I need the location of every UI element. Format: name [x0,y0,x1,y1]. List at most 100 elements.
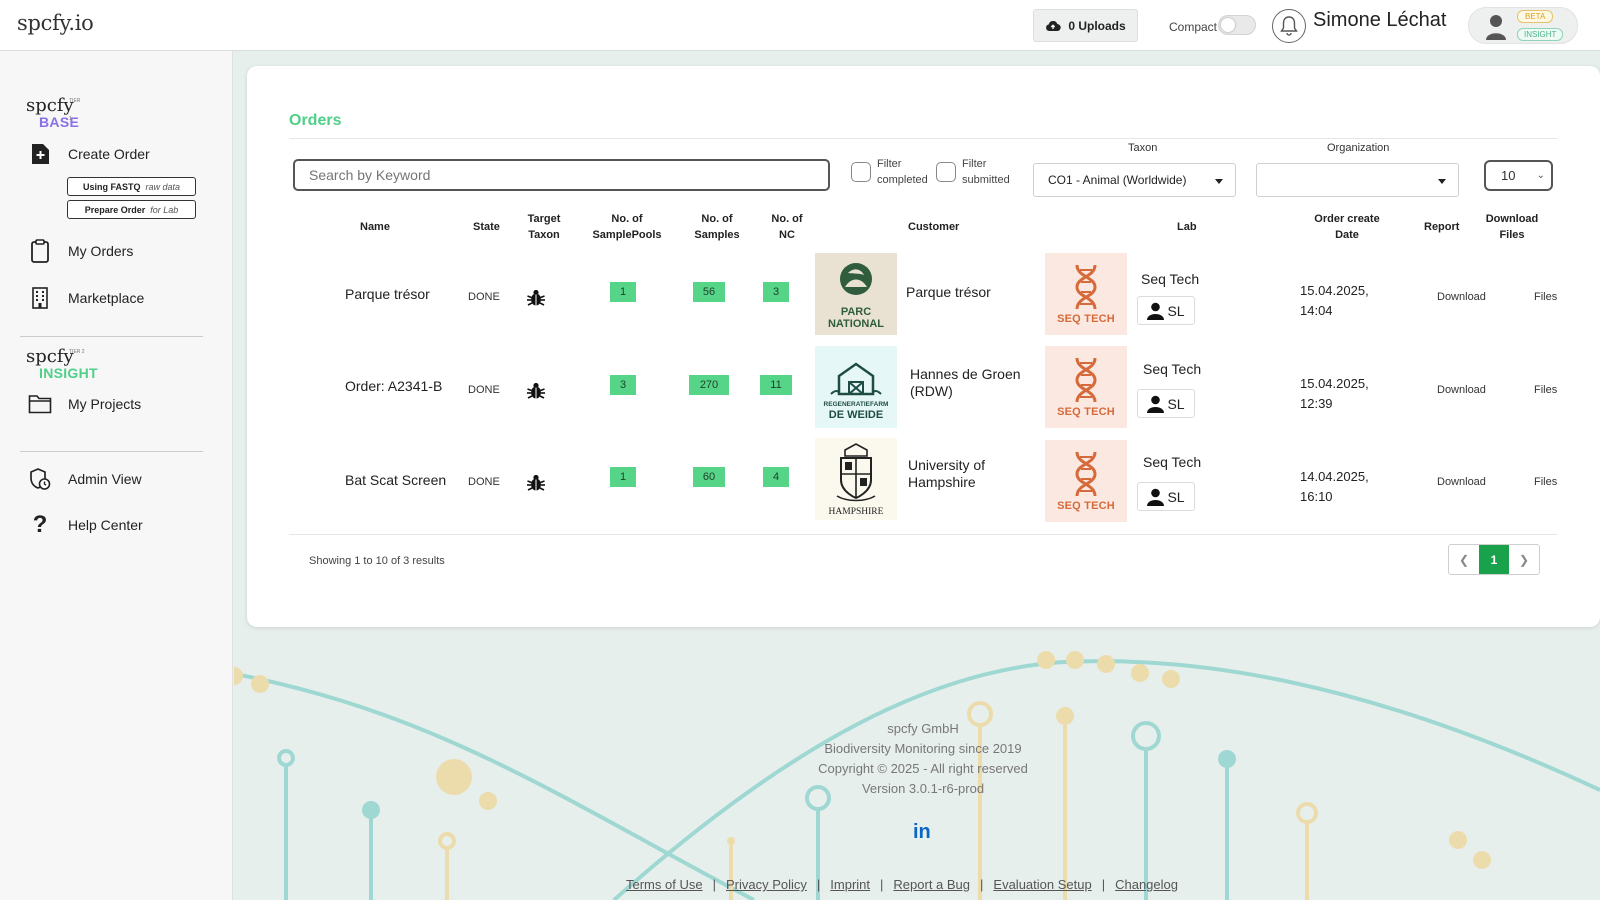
brand-logo[interactable]: spcfy.io [17,11,94,35]
footer-links: Terms of Use | Privacy Policy | Imprint | R… [626,877,1178,892]
sidebar-item-admin-view[interactable]: Admin View [28,465,142,493]
table-row[interactable]: Parque trésor DONE 1 56 3 PARC NATIONAL P… [289,253,1557,348]
sidebar-item-my-projects[interactable]: My Projects [28,390,141,418]
files-link[interactable]: Files [1534,384,1557,396]
table-row[interactable]: Order: A2341-B DONE 3 270 11 REGENERATIE… [289,346,1557,441]
samples-count: 60 [693,467,725,487]
nc-count: 3 [763,282,789,302]
dna-icon [1075,264,1097,310]
filter-submitted[interactable]: Filter submitted [936,156,1010,188]
column-header-report: Report [1424,221,1460,233]
uploads-button[interactable]: 0 Uploads [1033,9,1138,42]
lab-name: Seq Tech [1143,361,1202,377]
page-button-1[interactable]: 1 [1479,545,1509,574]
linkedin-icon[interactable]: in [913,821,931,844]
taxon-select[interactable]: CO1 - Animal (Worldwide) [1033,163,1236,197]
sidebar-item-help-center[interactable]: ? Help Center [28,511,143,539]
caret-down-icon [1215,179,1223,184]
order-name[interactable]: Parque trésor [345,286,430,302]
sidebar-item-my-orders[interactable]: My Orders [28,237,133,265]
toggle-knob [1221,18,1235,32]
title-divider [289,138,1557,139]
column-header-target-taxon: Target Taxon [527,213,561,241]
company-name: spcfy GmbH [887,721,959,736]
column-header-samples: No. of Samples [694,213,740,241]
lab-logo: SEQ TECH [1045,440,1127,522]
using-fastq-button[interactable]: Using FASTQ raw data [67,177,196,196]
column-header-create-date: Order create Date [1314,213,1380,241]
compact-toggle[interactable] [1218,15,1256,35]
insight-tier-logo: spcfy TIER 2 INSIGHT [26,346,98,381]
marketplace-label: Marketplace [68,290,145,306]
organization-select[interactable] [1256,163,1459,197]
order-create-date: 14.04.2025, 16:10 [1300,469,1369,504]
cloud-upload-icon [1046,20,1061,31]
privacy-policy-link[interactable]: Privacy Policy [726,877,807,892]
dna-icon [1075,451,1097,497]
compact-label: Compact [1169,20,1218,34]
tagline: Biodiversity Monitoring since 2019 [824,741,1022,756]
report-download-link[interactable]: Download [1437,291,1486,303]
clipboard-icon [28,239,52,263]
order-state: DONE [468,476,500,488]
prepare-order-button[interactable]: Prepare Order for Lab [67,200,196,219]
order-create-date: 15.04.2025, 12:39 [1300,376,1369,411]
admin-shield-icon [28,467,52,491]
sidebar-divider [20,336,203,337]
pagination: ❮ 1 ❯ [1448,544,1540,575]
terms-of-use-link[interactable]: Terms of Use [626,877,703,892]
filter-completed-checkbox[interactable] [851,162,871,182]
filter-submitted-checkbox[interactable] [936,162,956,182]
order-name[interactable]: Order: A2341-B [345,378,442,394]
report-download-link[interactable]: Download [1437,384,1486,396]
column-header-lab: Lab [1177,221,1197,233]
column-header-samplepools: No. of SamplePools [592,213,662,241]
lab-user-chip[interactable]: SL [1137,296,1195,325]
next-page-chevron-icon[interactable]: ❯ [1509,545,1539,574]
beta-badge: BETA [1517,10,1554,23]
sidebar-item-create-order[interactable]: Create Order [28,140,150,168]
svg-text:PARC: PARC [841,306,871,318]
user-icon [1147,395,1165,413]
per-page-select[interactable]: 10 ⌄ [1484,160,1553,191]
folder-icon [28,392,52,416]
previous-page-chevron-icon[interactable]: ❮ [1449,545,1479,574]
orders-card: Orders Filtercompleted Filtersubmitted T… [247,66,1600,627]
imprint-link[interactable]: Imprint [830,877,870,892]
files-link[interactable]: Files [1534,476,1557,488]
lab-user-chip[interactable]: SL [1137,389,1195,418]
my-orders-label: My Orders [68,243,134,259]
report-download-link[interactable]: Download [1437,476,1486,488]
profile-menu[interactable]: BETA INSIGHT [1468,7,1578,44]
order-name[interactable]: Bat Scat Screen [345,472,446,488]
search-input[interactable] [293,159,830,191]
bug-icon [527,289,545,306]
samplepools-count: 1 [610,282,636,302]
username[interactable]: Simone Léchat [1313,9,1446,32]
filter-submitted-label: Filter submitted [962,158,1010,186]
uploads-label: 0 Uploads [1068,18,1126,33]
nc-count: 11 [760,375,792,395]
my-projects-label: My Projects [68,396,142,412]
evaluation-setup-link[interactable]: Evaluation Setup [993,877,1091,892]
column-header-nc: No. of NC [771,213,803,241]
lab-user-chip[interactable]: SL [1137,482,1195,511]
customer-name: University of Hampshire [908,457,986,490]
svg-text:DE WEIDE: DE WEIDE [829,409,883,421]
changelog-link[interactable]: Changelog [1115,877,1178,892]
bug-icon [527,382,545,399]
customer-name: Parque trésor [906,284,991,300]
filter-completed[interactable]: Filter completed [851,156,928,188]
table-row[interactable]: Bat Scat Screen DONE 1 60 4 HAMPSHIRE Un… [289,438,1557,534]
column-header-state: State [473,221,500,233]
base-tier-logo: spcfy TIER 1 BASE [26,95,81,130]
customer-logo: HAMPSHIRE [815,438,897,520]
dna-icon [1075,357,1097,403]
table-divider [289,534,1557,535]
report-bug-link[interactable]: Report a Bug [893,877,970,892]
nc-count: 4 [763,467,789,487]
notifications-bell-icon[interactable] [1272,9,1306,43]
sidebar-item-marketplace[interactable]: Marketplace [28,284,144,312]
files-link[interactable]: Files [1534,291,1557,303]
column-header-name: Name [360,221,390,233]
